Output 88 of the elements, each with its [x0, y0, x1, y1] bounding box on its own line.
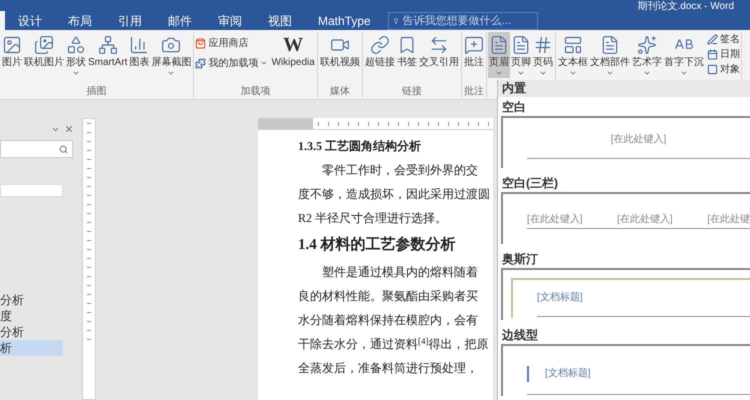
bar-chart-icon	[129, 35, 150, 55]
ribbon-button[interactable]: 联机视频	[318, 32, 361, 78]
ribbon-tab[interactable]: 审阅	[205, 11, 255, 31]
ribbon-button[interactable]: 书签	[396, 32, 418, 78]
arrows-icon	[428, 35, 449, 55]
placeholder-text: [在此处键	[707, 214, 750, 226]
ribbon-button[interactable]: 页眉	[488, 32, 510, 78]
ribbon-button[interactable]: 首字下沉	[662, 32, 705, 78]
placeholder-text: [在此处键入]	[617, 214, 673, 226]
group-label: 媒体	[328, 86, 351, 98]
ribbon-button[interactable]: 页脚	[510, 32, 532, 78]
header-preview[interactable]: [在此处键入]	[501, 116, 750, 168]
search-field[interactable]	[0, 140, 73, 158]
ribbon-tab[interactable]: MathType	[305, 11, 384, 31]
ribbon-tab[interactable]: 引用	[105, 11, 155, 31]
input-field[interactable]	[0, 184, 63, 197]
ribbon-button[interactable]: 图表	[128, 32, 150, 78]
ribbon-button[interactable]: 图片	[1, 32, 23, 78]
square-icon	[706, 64, 718, 74]
group-label: 链接	[400, 86, 423, 98]
window-title: 期刊论文.docx - Word	[638, 1, 734, 12]
ribbon-button[interactable]: 超链接	[364, 32, 396, 78]
camera-icon	[161, 35, 182, 55]
ribbon-button[interactable]: 文档部件	[588, 32, 631, 78]
ribbon-button[interactable]: W Wikipedia	[270, 32, 316, 78]
diagram-icon	[98, 35, 118, 55]
placeholder-text: [在此处键入]	[527, 214, 583, 226]
picture-icon	[2, 35, 22, 55]
ribbon-tab[interactable]: 视图	[255, 11, 305, 31]
ribbon-button[interactable]: 交叉引用	[418, 32, 460, 78]
document-text: 良的材料性能。聚氨酯由采购者买	[298, 288, 479, 305]
document-text: 水分随着熔料保持在模腔内，会有	[298, 312, 479, 329]
ribbon-button[interactable]: 文本框	[556, 32, 589, 78]
link-icon	[370, 35, 390, 55]
ribbon-button[interactable]: SmartArt	[87, 32, 128, 78]
ribbon-button[interactable]: 页码	[532, 32, 554, 78]
ribbon-small-button[interactable]: 日期	[706, 47, 740, 61]
ribbon-button[interactable]: 艺术字	[630, 32, 663, 78]
search-icon	[59, 144, 68, 154]
document-text: 塑件是通过模具内的熔料随着	[321, 264, 479, 281]
comment-icon	[464, 35, 484, 55]
ribbon-small-button[interactable]: 签名	[706, 32, 740, 46]
ribbon-button[interactable]: 联机图片	[23, 32, 65, 78]
document-heading: 1.3.5 工艺圆角结构分析	[298, 138, 422, 155]
ribbon-button[interactable]: 形状	[65, 32, 87, 78]
document-heading: 1.4 材料的工艺参数分析	[298, 235, 456, 255]
ribbon-tab[interactable]: 布局	[55, 11, 105, 31]
document-text: 零件工作时，会受到外界的交	[321, 162, 479, 179]
placeholder-text: [文档标题]	[545, 368, 591, 380]
tell-me-field[interactable]: 告诉我您想要做什么...	[388, 12, 538, 30]
group-label: 批注	[462, 86, 485, 98]
document-text: 全蒸发后，准备料筒进行预处理，	[298, 360, 479, 377]
placeholder-text: [文档标题]	[537, 292, 584, 304]
gallery-item-label: 空白	[501, 99, 527, 116]
gallery-item-label: 奥斯汀	[501, 251, 539, 268]
text-box-icon	[562, 35, 583, 55]
nav-item[interactable]: 度	[0, 308, 63, 324]
gallery-item-label: 边线型	[501, 327, 539, 344]
header-preview[interactable]: [在此处键入] [在此处键入] [在此处键	[501, 192, 750, 244]
header-preview[interactable]: [文档标题]	[501, 344, 750, 396]
ribbon-small-button[interactable]: 我的加载项	[195, 56, 268, 70]
nav-item[interactable]: 分析	[0, 292, 63, 308]
ribbon-small-button[interactable]: 应用商店	[195, 36, 268, 50]
nav-item[interactable]: 析	[0, 340, 63, 356]
header-preview[interactable]: [文档标题]	[501, 268, 750, 320]
pen-icon	[706, 34, 718, 44]
gallery-item-label: 空白(三栏)	[501, 175, 559, 192]
ribbon-tab[interactable]: 设计	[5, 11, 55, 31]
group-label: 插图	[86, 86, 108, 98]
pictures-icon	[34, 35, 54, 55]
ribbon-button[interactable]: 屏幕截图	[150, 32, 192, 78]
group-label: 加载项	[240, 86, 272, 98]
lightbulb-icon	[392, 15, 399, 27]
document-text: R2 半径尺寸合理进行选择。	[298, 210, 448, 227]
nav-item[interactable]: 分析	[0, 324, 63, 340]
document-text: 干除去水分，通过资料$^{[4]}$得出，把原	[298, 334, 490, 353]
ribbon-small-button[interactable]: 对象	[706, 62, 740, 76]
document-text: 度不够，造成损坏，因此采用过渡圆	[298, 186, 491, 203]
gallery-header: 内置	[498, 80, 750, 97]
placeholder-text: [在此处键入]	[610, 134, 666, 146]
close-icon[interactable]	[64, 124, 74, 134]
shapes-icon	[66, 35, 86, 55]
ribbon-tab[interactable]: 邮件	[155, 11, 205, 31]
bag-icon	[195, 38, 206, 48]
ribbon-button[interactable]: 批注	[462, 32, 485, 78]
w-logo: W	[283, 34, 304, 56]
puzzle-icon	[195, 58, 206, 68]
calendar-icon	[706, 48, 718, 60]
